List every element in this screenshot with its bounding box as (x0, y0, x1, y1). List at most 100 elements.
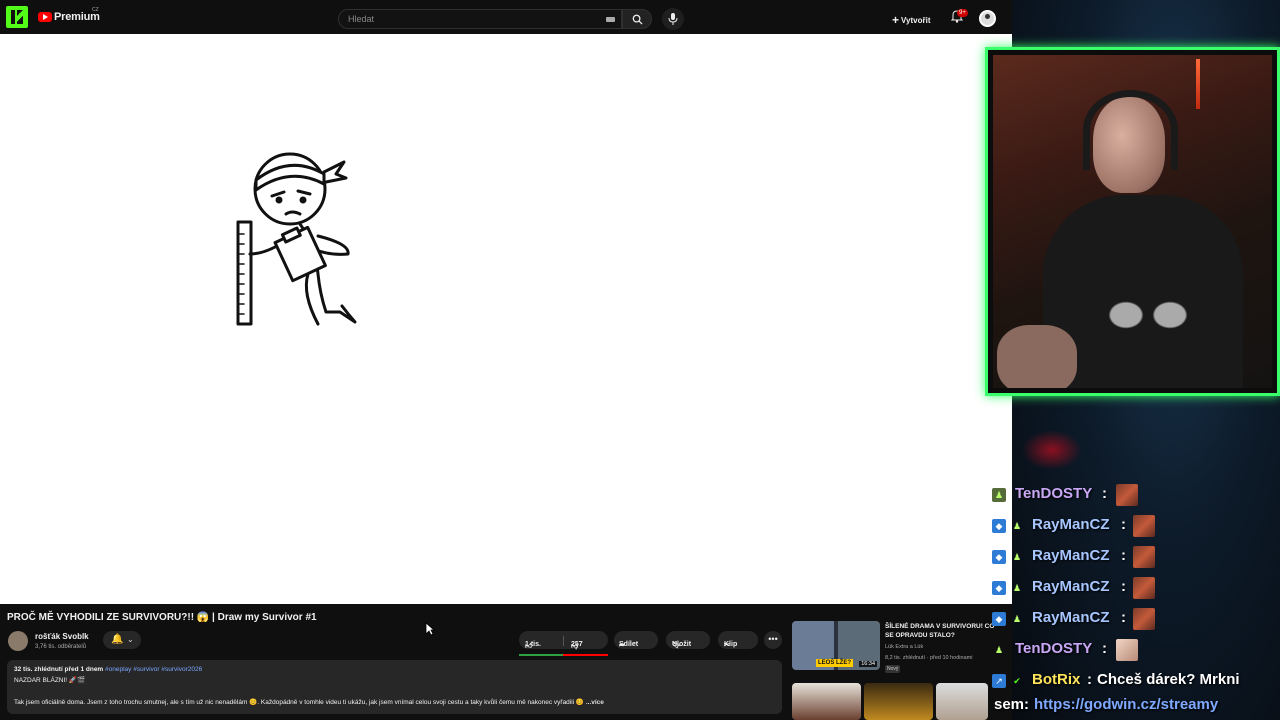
description-text: Tak jsem oficiálně doma. Jsem z toho tro… (14, 699, 585, 706)
like-count: 1 tis. (525, 641, 541, 648)
chevron-down-icon: ⌄ (127, 635, 134, 644)
chat-text: Chceš dárek? Mrkni (1097, 671, 1240, 688)
views-date: 32 tis. zhlédnutí před 1 dnem (14, 666, 104, 673)
bell-icon: 🔔 (111, 634, 124, 645)
subscribed-button[interactable]: 🔔 ⌄ (103, 631, 141, 649)
channel-avatar[interactable] (8, 631, 28, 651)
chat-separator: : (1121, 516, 1126, 533)
new-badge: Nový (885, 665, 901, 673)
subscriber-badge-icon: ♟ (1012, 614, 1022, 624)
share-label: Sdílet (619, 641, 639, 648)
gift-badge-icon: ◆ (992, 581, 1006, 595)
chat-username: TenDOSTY (1015, 640, 1093, 657)
recommended-stats: 8,2 tis. zhlédnutí · před 10 hodinami (885, 655, 973, 661)
webcam-person-arm (997, 325, 1077, 388)
webcam-light (1196, 59, 1200, 109)
video-title: PROČ MĚ VYHODILI ZE SURVIVORU?!! 😱 | Dra… (7, 612, 317, 623)
emote-icon (1116, 484, 1138, 506)
stickman-drawing (236, 152, 357, 326)
chat-separator: : (1121, 578, 1126, 595)
thumbnail-3[interactable] (936, 683, 988, 720)
emote-icon (1133, 546, 1155, 568)
like-divider (563, 636, 564, 646)
like-dislike-group: 👍︎ 1 tis. 👎︎ 257 (519, 631, 608, 650)
video-player[interactable] (0, 34, 1012, 604)
bot-badge-icon: ↗ (992, 674, 1006, 688)
kick-logo-icon[interactable] (6, 6, 28, 28)
like-ratio-bar (519, 654, 608, 656)
recommended-channel[interactable]: Lük Extra a Lük (885, 644, 923, 650)
description-stats: 32 tis. zhlédnutí před 1 dnem #oneplay #… (14, 666, 202, 673)
more-actions-button[interactable]: ••• (764, 631, 782, 649)
chat-username: BotRix (1032, 671, 1081, 688)
clip-label: Klip (724, 641, 738, 648)
emote-icon (1133, 577, 1155, 599)
verified-badge-icon: ✔ (1013, 676, 1021, 686)
subscriber-badge-icon: ♟ (1012, 521, 1022, 531)
region-code: CZ (92, 7, 99, 13)
gift-badge-icon: ◆ (992, 519, 1006, 533)
subscriber-badge-icon: ♟ (1012, 583, 1022, 593)
recommended-title[interactable]: ŠÍLENÉ DRAMA V SURVIVORU! CO SE OPRAVDU … (885, 622, 995, 640)
share-button[interactable]: ➦ Sdílet (614, 631, 658, 649)
account-avatar[interactable] (979, 10, 996, 27)
mouse-cursor-icon (425, 622, 435, 636)
create-button[interactable]: + Vytvořit (892, 12, 931, 27)
chat-text-prefix: sem: (994, 696, 1030, 713)
webcam-shirt-print (1093, 255, 1203, 355)
chat-username: RayManCZ (1032, 516, 1110, 533)
emote-icon (1116, 639, 1138, 661)
hashtags[interactable]: #oneplay #survivor #survivor2026 (105, 666, 202, 673)
save-button[interactable]: 🔖︎ Uložit (666, 631, 710, 649)
emote-icon (1133, 608, 1155, 630)
description-line-2: Tak jsem oficiálně doma. Jsem z toho tro… (14, 698, 604, 706)
dislike-count: 257 (571, 641, 583, 648)
search-icon (632, 14, 643, 25)
recommended-thumbnail[interactable]: LEOŠ LŽE? 16:34 (792, 621, 880, 670)
chat-separator: : (1121, 547, 1126, 564)
chat-separator: : (1087, 671, 1092, 688)
save-label: Uložit (672, 641, 692, 648)
chat-username: RayManCZ (1032, 609, 1110, 626)
keyboard-icon[interactable] (606, 17, 615, 22)
subscriber-badge-icon: ♟ (994, 645, 1004, 655)
subscriber-badge-icon: ♟ (1012, 552, 1022, 562)
thumbnail-1[interactable] (792, 683, 861, 720)
chat-link[interactable]: https://godwin.cz/streamy (1034, 696, 1218, 713)
search-input[interactable]: Hledat (338, 9, 622, 29)
create-label: Vytvořit (901, 16, 931, 25)
youtube-window: Premium CZ Hledat + Vytvořit 9+ PROČ MĚ … (0, 0, 1012, 720)
chat-username: RayManCZ (1032, 578, 1110, 595)
more-dots-icon: ••• (768, 634, 778, 644)
chat-separator: : (1102, 640, 1107, 657)
voice-search-button[interactable] (662, 8, 684, 30)
thumbnail-text: LEOŠ LŽE? (816, 659, 853, 667)
plus-icon: + (892, 13, 900, 27)
chat-separator: : (1121, 609, 1126, 626)
top-bar: Premium CZ Hledat + Vytvořit 9+ (0, 0, 1012, 34)
show-more-link[interactable]: ...více (586, 699, 604, 706)
microphone-icon (668, 13, 678, 25)
gift-badge-icon: ◆ (992, 612, 1006, 626)
youtube-logo-icon[interactable] (38, 12, 52, 22)
video-meta: PROČ MĚ VYHODILI ZE SURVIVORU?!! 😱 | Dra… (0, 604, 1012, 720)
chat-separator: : (1102, 485, 1107, 502)
chat-username: TenDOSTY (1015, 485, 1093, 502)
channel-name[interactable]: rošťák Svoblk (35, 632, 89, 641)
description-line-1: NAZDAR BLÁZNI! 🚀🎬 (14, 677, 86, 684)
chat-username: RayManCZ (1032, 547, 1110, 564)
notification-badge: 9+ (957, 9, 968, 17)
search-placeholder: Hledat (348, 14, 375, 24)
search-button[interactable] (622, 9, 652, 29)
description-box[interactable]: 32 tis. zhlédnutí před 1 dnem #oneplay #… (7, 660, 782, 714)
headset-icon (1083, 90, 1178, 170)
gift-badge-icon: ◆ (992, 550, 1006, 564)
thumbnail-2[interactable] (864, 683, 933, 720)
emote-icon (1133, 515, 1155, 537)
webcam-feed (993, 55, 1272, 388)
webcam-frame (985, 47, 1280, 396)
video-duration: 16:34 (859, 661, 877, 667)
subscriber-count: 3,76 tis. odběratelů (35, 644, 87, 650)
subscriber-badge-icon: ♟ (992, 488, 1006, 502)
clip-button[interactable]: ✂ Klip (718, 631, 758, 649)
